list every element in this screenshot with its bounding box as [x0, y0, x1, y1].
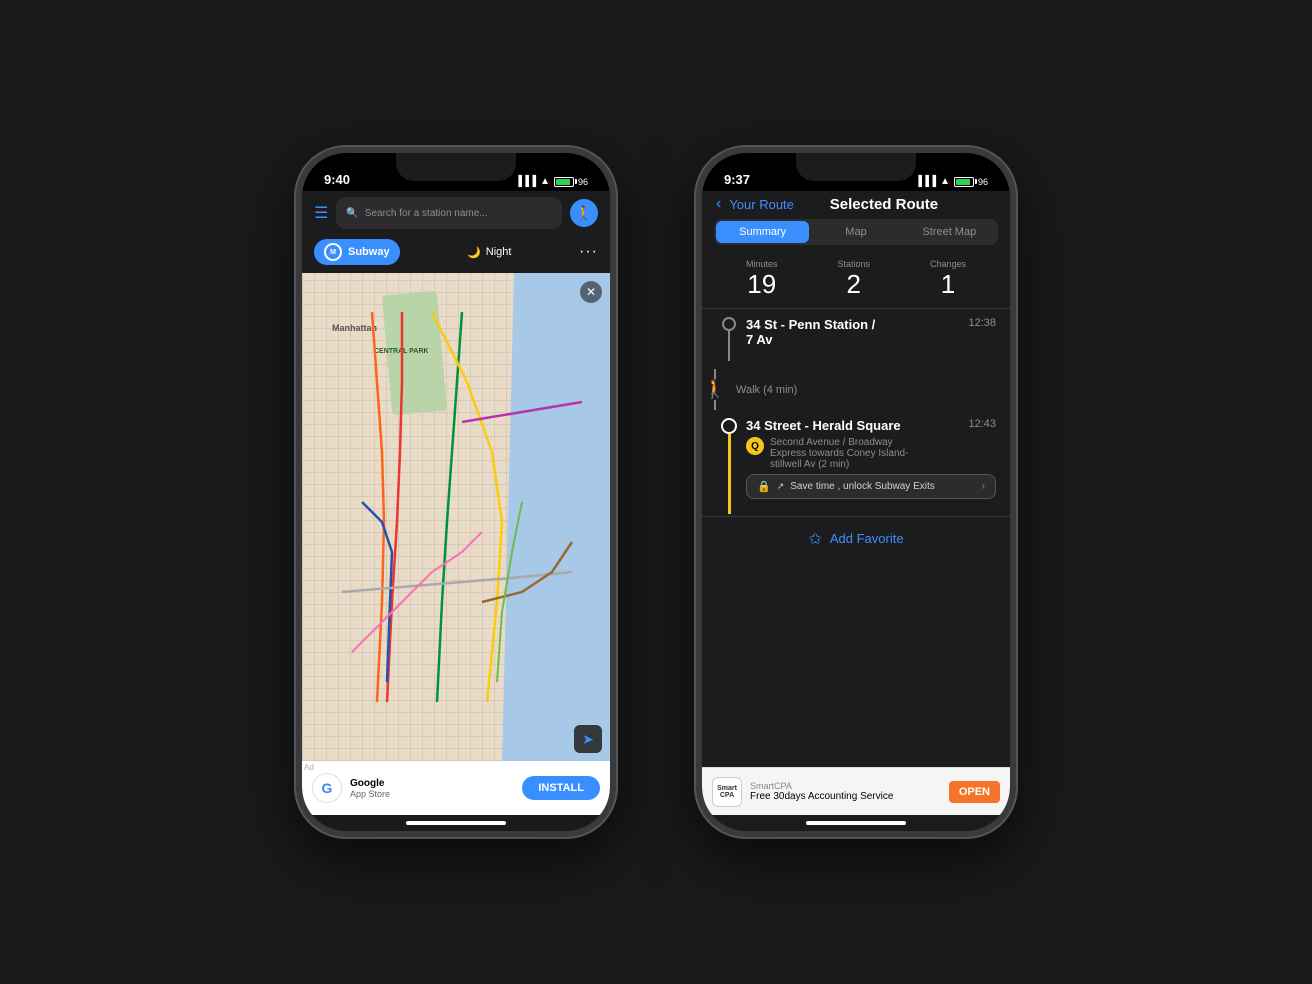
penn-station-name: 34 St - Penn Station / [746, 317, 960, 332]
your-route-back[interactable]: Your Route [729, 197, 794, 212]
subway-circle: M [324, 243, 342, 261]
night-button[interactable]: 🌙 Night [467, 246, 511, 259]
stations-label: Stations [837, 259, 870, 269]
route-item-herald: 34 Street - Herald Square 12:43 Q Second… [702, 410, 1010, 516]
timeline-line-walk [728, 331, 730, 361]
ad-banner-2: SmartCPA SmartCPA Free 30days Accounting… [702, 767, 1010, 815]
ad-desc: Free 30days Accounting Service [750, 791, 941, 802]
stations-value: 2 [837, 269, 870, 300]
ad-title: Google [350, 778, 514, 789]
herald-station-name: 34 Street - Herald Square [746, 418, 960, 433]
selected-route-title: Selected Route [802, 196, 966, 213]
walk-person-icon: 🚶 [704, 379, 726, 400]
timeline-line-q [728, 434, 731, 514]
home-indicator-1 [406, 821, 506, 825]
tab-summary[interactable]: Summary [716, 221, 809, 243]
walk-line-bot [714, 400, 716, 410]
subway-map-svg [302, 273, 610, 761]
open-button[interactable]: OPEN [949, 781, 1000, 803]
search-placeholder: Search for a station name... [365, 208, 488, 219]
unlock-arrow-icon: ↗ [777, 481, 785, 492]
signal-icon-2: ▐▐▐ [915, 176, 936, 187]
stat-stations: Stations 2 [837, 259, 870, 300]
map-background: CENTRAL PARK Manhattan [302, 273, 610, 761]
unlock-chevron-icon: › [982, 481, 985, 492]
back-arrow-icon[interactable]: ‹ [716, 195, 721, 213]
wifi-icon-1: ▲ [540, 176, 550, 187]
walk-desc: Walk (4 min) [728, 384, 797, 396]
timeline-dot-penn [722, 317, 736, 331]
route-topbar: ‹ Your Route Selected Route [702, 191, 1010, 219]
subway-button[interactable]: M Subway [314, 239, 400, 265]
route-item-penn: 34 St - Penn Station / 12:38 7 Av [702, 309, 1010, 369]
status-bar-2: 9:37 ▐▐▐ ▲ 96 [702, 153, 1010, 191]
status-time-2: 9:37 [724, 172, 750, 187]
compass-button[interactable]: ➤ [574, 725, 602, 753]
herald-desc: Second Avenue / BroadwayExpress towards … [770, 437, 996, 470]
timeline-dot-herald [721, 418, 737, 434]
install-button[interactable]: INSTALL [522, 776, 600, 800]
tab-street-map[interactable]: Street Map [903, 221, 996, 243]
close-button[interactable]: ✕ [580, 281, 602, 303]
ad-text: Google App Store [350, 778, 514, 799]
star-icon: ✩ [808, 529, 821, 549]
search-icon: 🔍 [346, 208, 358, 219]
google-logo: G [312, 773, 342, 803]
route-list: 34 St - Penn Station / 12:38 7 Av 🚶 Walk… [702, 309, 1010, 516]
wifi-icon-2: ▲ [940, 176, 950, 187]
tab-bar: Summary Map Street Map [714, 219, 998, 245]
lock-icon: 🔒 [757, 480, 771, 493]
subway-label: Subway [348, 246, 390, 258]
changes-label: Changes [930, 259, 966, 269]
tab-map[interactable]: Map [809, 221, 902, 243]
ad-bar: Ad G Google App Store INSTALL [302, 761, 610, 815]
hamburger-icon[interactable]: ☰ [314, 203, 328, 223]
walk-indicator: 🚶 Walk (4 min) [702, 369, 1010, 410]
stat-minutes: Minutes 19 [746, 259, 778, 300]
battery-pct-1: 96 [578, 177, 588, 187]
spacer [702, 561, 1010, 768]
search-bar[interactable]: 🔍 Search for a station name... [336, 197, 562, 229]
q-badge: Q [746, 437, 764, 455]
map-topbar: ☰ 🔍 Search for a station name... 🚶 [302, 191, 610, 235]
status-icons-2: ▐▐▐ ▲ 96 [915, 176, 988, 187]
battery-icon-1 [554, 177, 574, 187]
moon-icon: 🌙 [467, 246, 481, 259]
unlock-bar[interactable]: 🔒 ↗ Save time , unlock Subway Exits › [746, 474, 996, 499]
unlock-text: Save time , unlock Subway Exits [790, 481, 975, 492]
changes-value: 1 [930, 269, 966, 300]
penn-content: 34 St - Penn Station / 12:38 7 Av [742, 317, 996, 347]
map-subbar: M Subway 🌙 Night ··· [302, 235, 610, 273]
minutes-label: Minutes [746, 259, 778, 269]
status-time-1: 9:40 [324, 172, 350, 187]
smartcpa-logo: SmartCPA [712, 777, 742, 807]
penn-station-name-2: 7 Av [746, 332, 996, 347]
battery-icon-2 [954, 177, 974, 187]
herald-content: 34 Street - Herald Square 12:43 Q Second… [742, 418, 996, 499]
battery-pct-2: 96 [978, 177, 988, 187]
stats-row: Minutes 19 Stations 2 Changes 1 [702, 251, 1010, 309]
status-bar-1: 9:40 ▐▐▐ ▲ 96 [302, 153, 610, 191]
add-favorite-row[interactable]: ✩ Add Favorite [702, 516, 1010, 561]
phone-2: 9:37 ▐▐▐ ▲ 96 ‹ Your Route Selected Rout… [696, 147, 1016, 837]
add-favorite-label: Add Favorite [830, 531, 904, 546]
phone-1: 9:40 ▐▐▐ ▲ 96 ☰ 🔍 Search for a station n… [296, 147, 616, 837]
signal-icon-1: ▐▐▐ [515, 176, 536, 187]
ad-company: SmartCPA [750, 781, 941, 791]
herald-time: 12:43 [968, 418, 996, 430]
ad-info: SmartCPA Free 30days Accounting Service [750, 781, 941, 802]
ad-label: Ad [304, 763, 314, 772]
walk-icon[interactable]: 🚶 [570, 199, 598, 227]
home-indicator-2 [806, 821, 906, 825]
more-button[interactable]: ··· [579, 243, 598, 261]
walk-line-top [714, 369, 716, 379]
subway-circle-inner: M [326, 245, 340, 259]
map-area[interactable]: CENTRAL PARK Manhattan [302, 273, 610, 761]
status-icons-1: ▐▐▐ ▲ 96 [515, 176, 588, 187]
penn-time: 12:38 [968, 317, 996, 329]
night-label: Night [486, 246, 512, 258]
ad-subtitle: App Store [350, 789, 514, 799]
stat-changes: Changes 1 [930, 259, 966, 300]
minutes-value: 19 [746, 269, 778, 300]
